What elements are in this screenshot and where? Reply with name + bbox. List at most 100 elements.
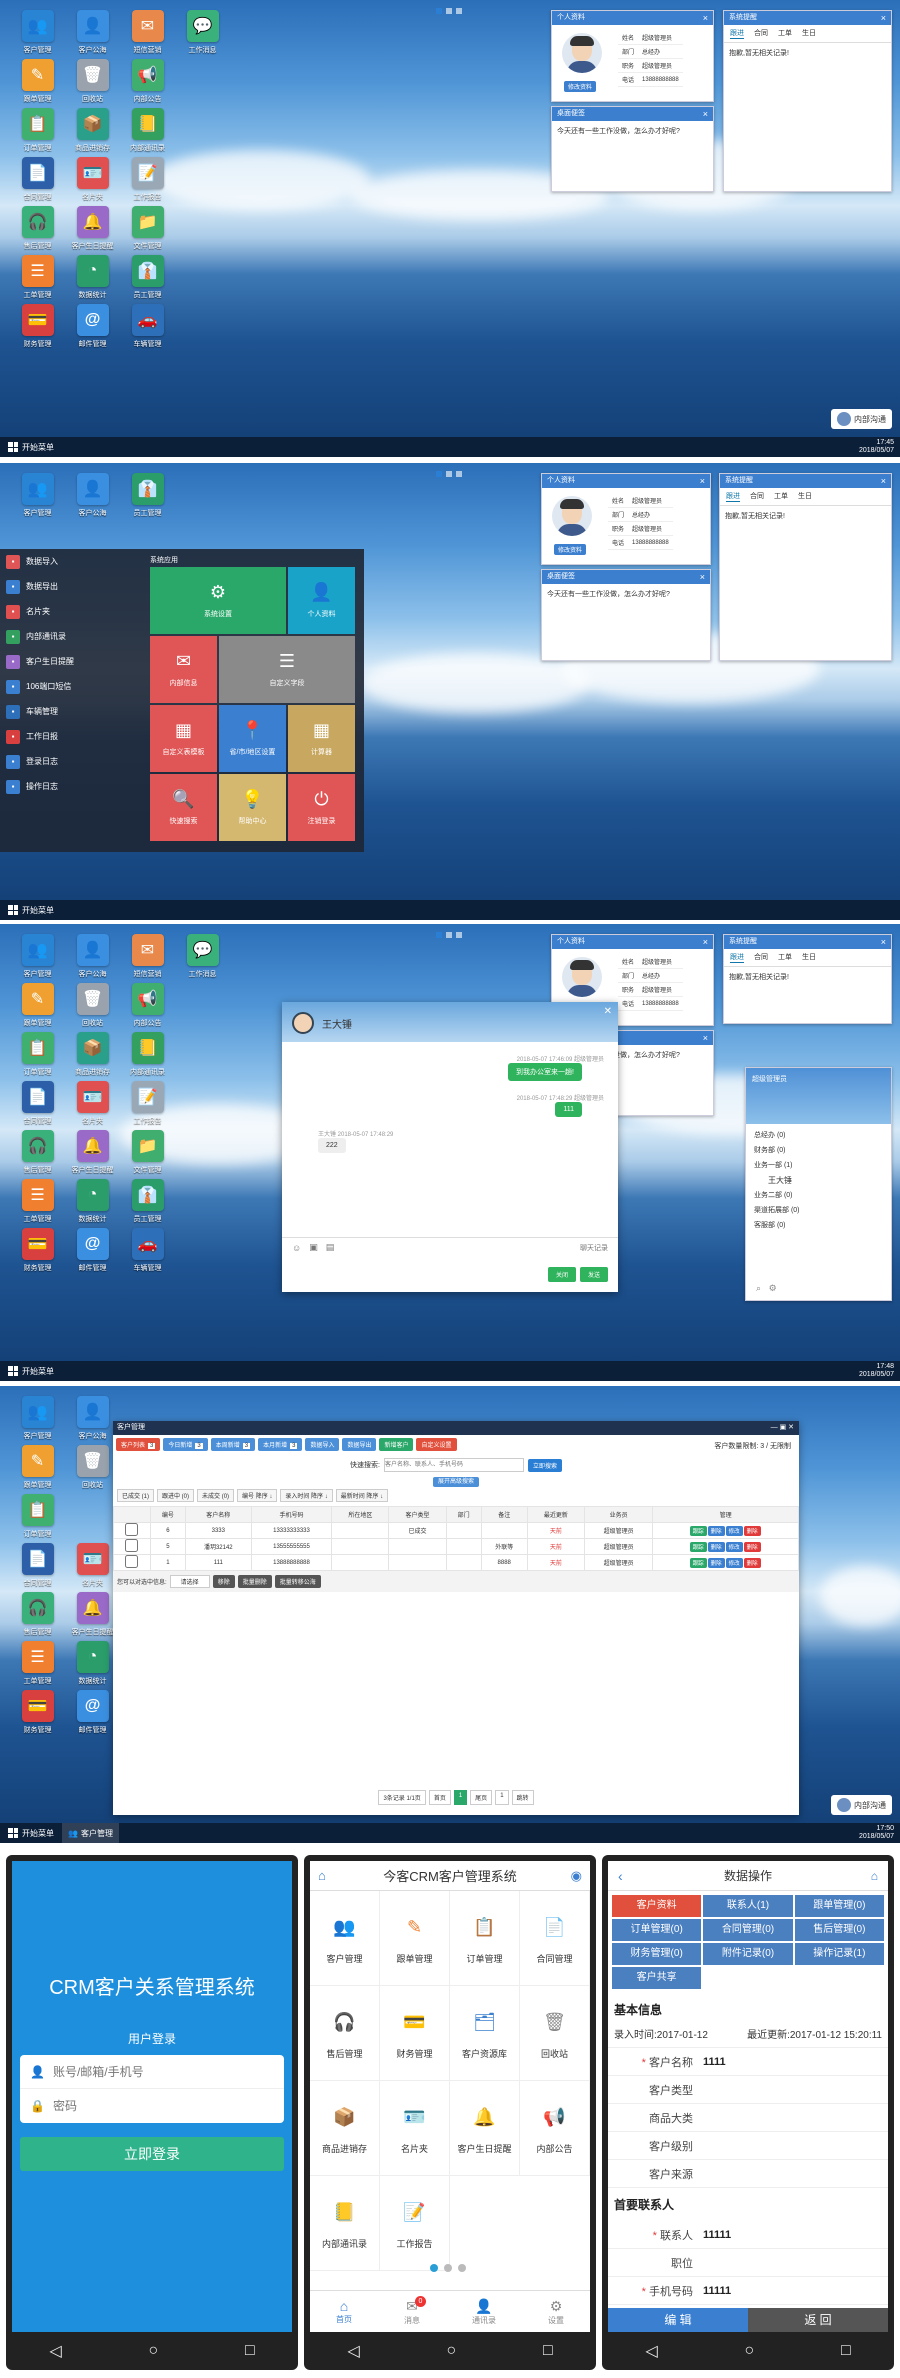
back-icon[interactable]: ◁ <box>49 2341 61 2361</box>
desktop-icon[interactable]: 🔔 客户生日提醒 <box>65 206 120 255</box>
detail-tab[interactable]: 订单管理(0) <box>612 1919 702 1941</box>
memo-text[interactable]: 今天还有一些工作没做，怎么办才好呢? <box>542 584 710 604</box>
login-button[interactable]: 立即登录 <box>20 2137 284 2171</box>
table-cell[interactable] <box>113 1538 151 1555</box>
desktop-icon[interactable]: 📒 内部通讯录 <box>120 1032 175 1081</box>
batch-select[interactable]: 请选择 <box>169 1575 210 1588</box>
start-tile[interactable]: 💡 帮助中心 <box>219 774 286 841</box>
back-icon[interactable]: ◁ <box>347 2341 359 2361</box>
crm-toolbar-button[interactable]: 今日新增 3 <box>163 1438 208 1451</box>
desktop-icon[interactable]: @ 邮件管理 <box>65 1228 120 1277</box>
app-tile[interactable]: 🔔 客户生日提醒 <box>450 2081 520 2176</box>
app-tile[interactable]: 📋 订单管理 <box>450 1891 520 1986</box>
home-icon[interactable]: ⌂ <box>871 1869 878 1883</box>
crm-toolbar-button[interactable]: 新增客户 <box>379 1438 414 1451</box>
start-tile[interactable]: ⚙ 系统设置 <box>150 567 286 634</box>
app-tile[interactable]: 📒 内部通讯录 <box>310 2176 380 2271</box>
detail-tab[interactable]: 客户共享 <box>612 1967 702 1989</box>
app-tile[interactable]: 🪪 名片夹 <box>380 2081 450 2176</box>
desktop-icon[interactable]: 🚗 车辆管理 <box>120 304 175 353</box>
window-controls-icon[interactable]: — ▣ ✕ <box>771 1421 799 1435</box>
page-dots[interactable] <box>436 8 462 14</box>
crm-toolbar-button[interactable]: 本月新增 3 <box>258 1438 303 1451</box>
field-row[interactable]: 客户级别 <box>608 2132 888 2160</box>
row-action-button[interactable]: 修改 <box>725 1541 743 1552</box>
crm-toolbar-button[interactable]: 客户列表 3 <box>116 1438 161 1451</box>
row-action-button[interactable]: 删除 <box>743 1557 761 1568</box>
back-button[interactable]: 返 回 <box>748 2308 888 2332</box>
edit-profile-button[interactable]: 修改资料 <box>564 81 597 92</box>
desktop-icon[interactable]: ✉ 短信营销 <box>120 10 175 59</box>
row-action-button[interactable]: 删除 <box>743 1541 761 1552</box>
app-tile[interactable]: 📝 工作报告 <box>380 2176 450 2271</box>
close-icon[interactable]: × <box>703 1031 708 1045</box>
field-row[interactable]: 职位 <box>608 2249 888 2277</box>
tab-birthday[interactable]: 生日 <box>798 491 812 502</box>
username-input[interactable] <box>52 2064 253 2079</box>
field-row[interactable]: * 联系人 11111 <box>608 2221 888 2249</box>
detail-tab[interactable]: 联系人(1) <box>703 1895 793 1917</box>
desktop-icon[interactable]: 👥 客户管理 <box>10 10 65 59</box>
desktop-icon[interactable]: 📦 商品进销存 <box>65 108 120 157</box>
image-icon[interactable]: ▣ <box>309 1242 318 1253</box>
desktop-icon[interactable]: 💬 工作消息 <box>175 10 230 59</box>
filter-chip[interactable]: 未成交 (0) <box>197 1489 235 1502</box>
start-menu-item[interactable]: ▪ 106端口短信 <box>0 674 140 699</box>
app-tile[interactable]: 📢 内部公告 <box>520 2081 590 2176</box>
start-tile[interactable]: 🔍 快速搜索 <box>150 774 217 841</box>
column-header[interactable]: 业务员 <box>583 1506 654 1523</box>
emoji-icon[interactable]: ☺ <box>292 1243 301 1253</box>
detail-tab[interactable]: 售后管理(0) <box>794 1919 884 1941</box>
column-header[interactable] <box>113 1506 151 1523</box>
row-checkbox[interactable] <box>125 1555 139 1568</box>
edit-profile-button[interactable]: 修改资料 <box>554 544 587 555</box>
desktop-icon[interactable]: 🗑 回收站 <box>65 59 120 108</box>
desktop-icon[interactable]: 🚗 车辆管理 <box>120 1228 175 1277</box>
search-icon[interactable]: ⌕ <box>756 1283 761 1293</box>
tab-ticket[interactable]: 工单 <box>778 28 792 39</box>
start-tile[interactable]: ⏻ 注销登录 <box>288 774 355 841</box>
history-link[interactable]: 聊天记录 <box>580 1243 608 1253</box>
row-action-button[interactable]: 删除 <box>743 1525 761 1536</box>
column-header[interactable]: 客户名称 <box>184 1506 252 1523</box>
field-row[interactable]: 客户类型 <box>608 2076 888 2104</box>
start-tile[interactable]: ▦ 计算器 <box>288 705 355 772</box>
desktop-icon[interactable]: ☰ 工单管理 <box>10 1179 65 1228</box>
filter-chip[interactable]: 最新时间 降序 ↓ <box>335 1489 389 1502</box>
org-tree-item[interactable]: 王大锤 <box>754 1173 883 1188</box>
filter-chip[interactable]: 录入时间 降序 ↓ <box>280 1489 333 1502</box>
row-action-button[interactable]: 跟踪 <box>689 1525 707 1536</box>
filter-chip[interactable]: 跟进中 (0) <box>157 1489 195 1502</box>
close-icon[interactable]: ✕ <box>604 1006 612 1017</box>
desktop-icon[interactable]: ☰ 工单管理 <box>10 255 65 304</box>
close-icon[interactable]: × <box>700 570 705 584</box>
desktop-icon[interactable]: 💳 财务管理 <box>10 1690 65 1739</box>
first-page-link[interactable]: 首页 <box>428 1790 451 1805</box>
desktop-icon[interactable]: 📢 内部公告 <box>120 59 175 108</box>
start-menu-item[interactable]: ▪ 内部通讯录 <box>0 624 140 649</box>
desktop-icon[interactable]: 👥 客户管理 <box>10 1396 65 1445</box>
desktop-icon[interactable]: 📋 订单管理 <box>10 108 65 157</box>
desktop-icon[interactable]: 💳 财务管理 <box>10 304 65 353</box>
field-row[interactable]: 客户来源 <box>608 2160 888 2188</box>
start-menu-item[interactable]: ▪ 登录日志 <box>0 749 140 774</box>
start-button[interactable]: 开始菜单 <box>0 437 62 457</box>
filter-chip[interactable]: 编号 降序 ↓ <box>237 1489 278 1502</box>
home-icon[interactable]: ○ <box>148 2342 158 2360</box>
desktop-icon[interactable]: 📦 商品进销存 <box>65 1032 120 1081</box>
start-button[interactable]: 开始菜单 <box>0 1361 62 1381</box>
last-page-link[interactable]: 尾页 <box>470 1790 493 1805</box>
desktop-icon[interactable]: 🎧 售后管理 <box>10 1130 65 1179</box>
detail-tab[interactable]: 财务管理(0) <box>612 1943 702 1965</box>
close-icon[interactable]: × <box>700 474 705 488</box>
detail-tab[interactable]: 附件记录(0) <box>703 1943 793 1965</box>
recent-icon[interactable]: □ <box>543 2342 553 2360</box>
tab-ticket[interactable]: 工单 <box>774 491 788 502</box>
crm-toolbar-button[interactable]: 自定义设置 <box>416 1438 457 1451</box>
advanced-search-button[interactable]: 展开高级搜索 <box>432 1477 479 1487</box>
desktop-icon[interactable]: 👥 客户管理 <box>10 473 65 522</box>
desktop-icon[interactable]: 👤 客户公海 <box>65 934 120 983</box>
column-header[interactable]: 编号 <box>149 1506 186 1523</box>
recent-icon[interactable]: □ <box>245 2342 255 2360</box>
chat-close-button[interactable]: 关闭 <box>547 1267 576 1282</box>
